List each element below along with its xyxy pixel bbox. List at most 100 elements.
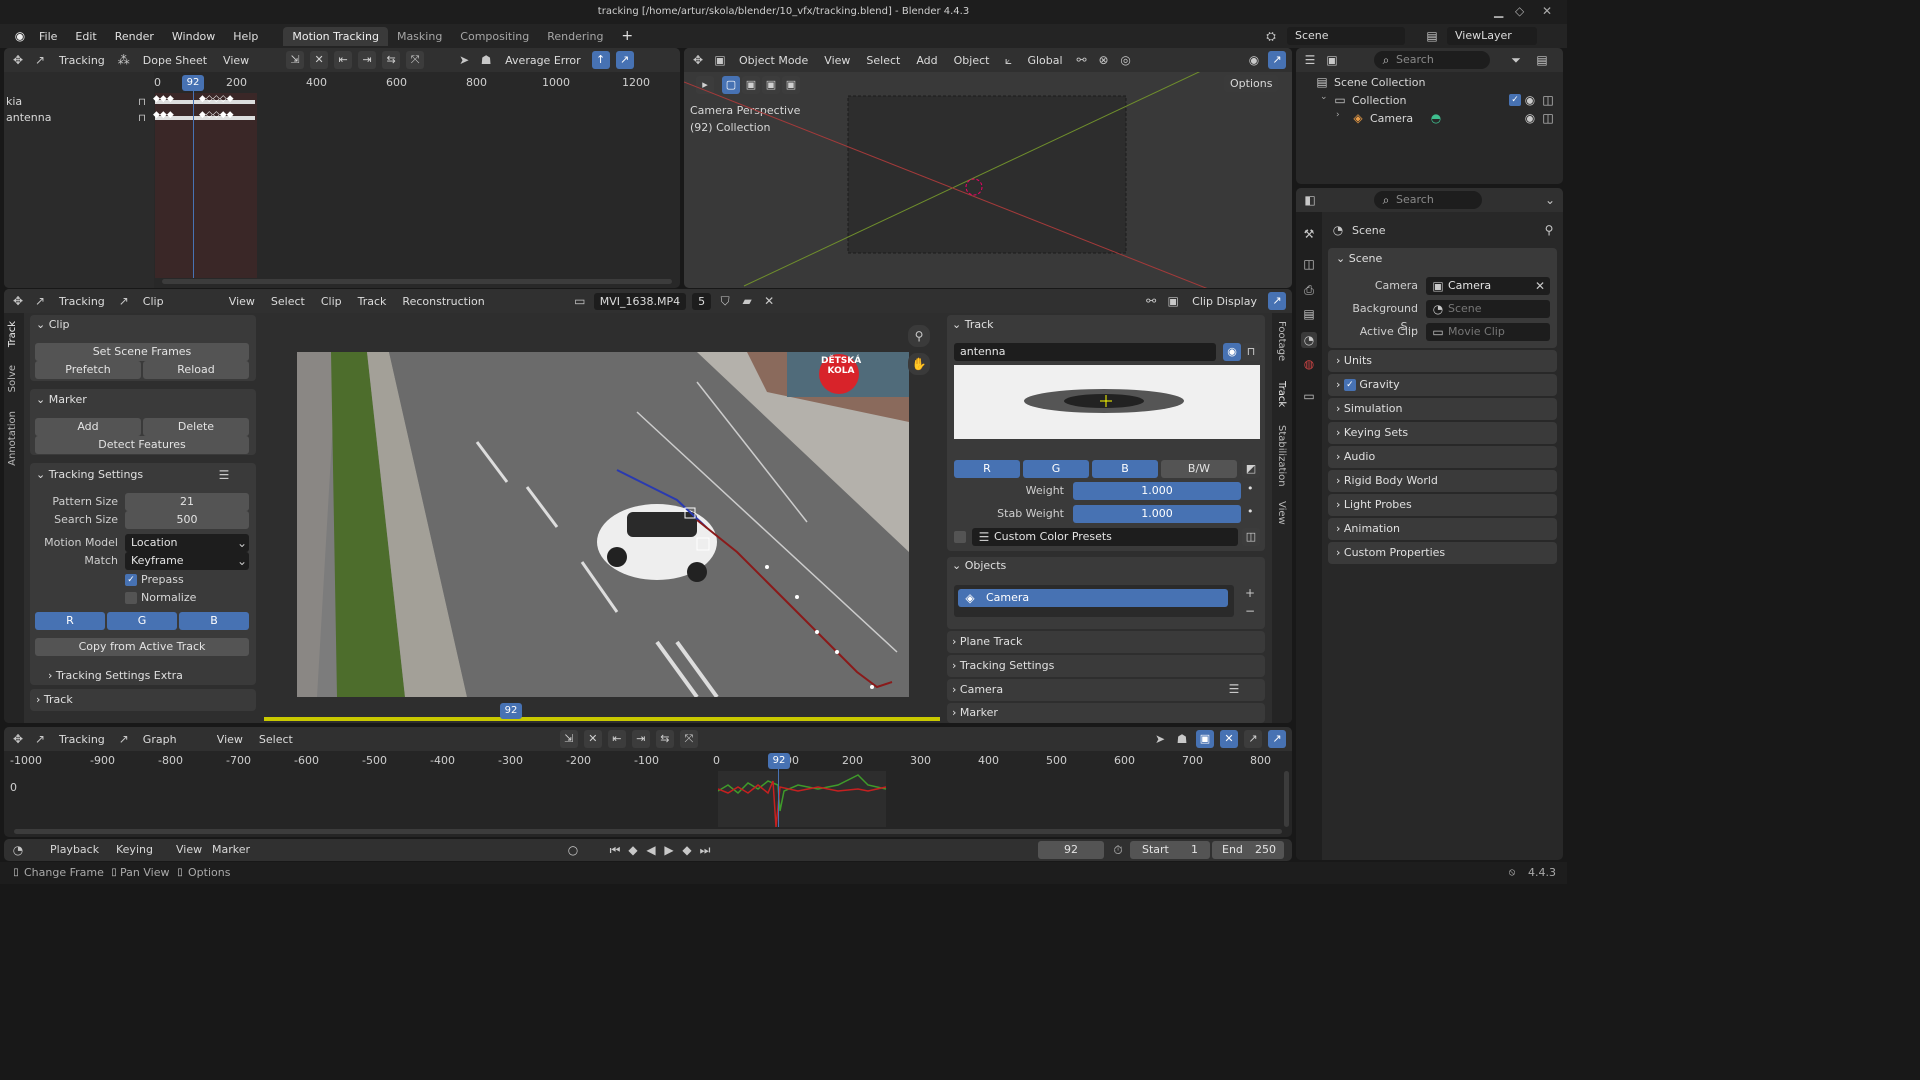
viewport-menu-select[interactable]: Select [861, 54, 905, 67]
clip-menu-reconstruction[interactable]: Reconstruction [397, 295, 489, 308]
object-camera-item[interactable]: Camera [958, 589, 1228, 607]
zoom-icon[interactable]: ⚲ [908, 325, 930, 347]
scene-icon[interactable]: ⛭ [1263, 28, 1279, 44]
track-tool-icon[interactable]: ⇲ [559, 730, 578, 748]
playback-menu[interactable]: Playback [50, 843, 99, 856]
clip-menu-track[interactable]: Track [353, 295, 392, 308]
prefetch-button[interactable]: Prefetch [35, 361, 141, 379]
motion-model-dropdown[interactable]: Location [125, 534, 249, 552]
menu-window[interactable]: Window [163, 30, 224, 43]
sidebar-camera-section[interactable]: › Camera [952, 679, 1003, 701]
clip-display-dropdown[interactable]: Clip Display [1187, 295, 1262, 308]
view-layer-tab-icon[interactable]: ▤ [1301, 306, 1317, 322]
editor-type-icon[interactable]: ◔ [10, 842, 26, 858]
camera-render-icon[interactable]: ◫ [1540, 92, 1556, 108]
collection-checkbox[interactable]: ✓ [1509, 94, 1521, 106]
viewport-menu-add[interactable]: Add [911, 54, 942, 67]
minimize-icon[interactable]: ▁ [1494, 4, 1503, 18]
end-frame-field[interactable]: End 250 [1212, 841, 1284, 859]
gravity-section[interactable]: › ✓ Gravity [1336, 374, 1400, 396]
outliner-scene-collection[interactable]: Scene Collection [1334, 76, 1425, 89]
clear-track-icon[interactable]: ✕ [583, 730, 602, 748]
select-arrow-icon[interactable]: ➤ [1152, 731, 1168, 747]
outliner-collection[interactable]: Collection [1352, 94, 1406, 107]
graph-vertical-scrollbar[interactable] [1284, 771, 1289, 827]
gravity-checkbox[interactable]: ✓ [1343, 379, 1356, 391]
proportional-icon[interactable]: ◎ [1118, 52, 1134, 68]
rigid-body-section[interactable]: › Rigid Body World [1336, 470, 1438, 492]
filter-icon[interactable]: ↗ [615, 51, 634, 69]
custom-properties-section[interactable]: › Custom Properties [1336, 542, 1445, 564]
clip-mode-dropdown[interactable]: Tracking [54, 295, 110, 308]
chevron-down-icon[interactable]: ⌄ [1542, 192, 1558, 208]
detect-features-button[interactable]: Detect Features [35, 436, 249, 454]
dopesheet-scrollbar[interactable] [162, 279, 672, 284]
menu-help[interactable]: Help [224, 30, 267, 43]
blender-logo-icon[interactable]: ◉ [10, 28, 30, 44]
sidebar-marker-section[interactable]: › Marker [952, 702, 998, 723]
fake-user-icon[interactable]: ⛉ [717, 293, 733, 309]
visibility-icon[interactable]: ◉ [1246, 52, 1262, 68]
units-section[interactable]: › Units [1336, 350, 1372, 372]
graph-playhead[interactable] [778, 767, 779, 827]
output-tab-icon[interactable]: ⎙ [1301, 282, 1317, 298]
ghost-icon[interactable]: ☗ [478, 52, 494, 68]
tab-compositing[interactable]: Compositing [451, 27, 538, 46]
join-icon[interactable]: ⤧ [406, 51, 425, 69]
prepass-checkbox[interactable]: ✓ [125, 574, 137, 586]
clip-menu-clip[interactable]: Clip [316, 295, 347, 308]
clip-name-field[interactable]: MVI_1638.MP4 [593, 292, 687, 310]
presets-list-icon[interactable]: ☰ [1226, 681, 1242, 697]
track-name-field[interactable]: antenna [954, 343, 1216, 361]
snap-icon[interactable]: ⊗ [1096, 52, 1112, 68]
keying-menu[interactable]: Keying [116, 843, 153, 856]
play-icon[interactable]: ▶ [661, 842, 677, 858]
tab-solve[interactable]: Solve [7, 365, 18, 392]
set-scene-frames-button[interactable]: Set Scene Frames [35, 343, 249, 361]
join-icon[interactable]: ⤧ [679, 730, 698, 748]
tab-motion-tracking[interactable]: Motion Tracking [283, 26, 388, 46]
add-marker-button[interactable]: Add [35, 418, 141, 436]
prev-keyframe-icon[interactable]: ◆ [625, 842, 641, 858]
sidebar-tracking-settings-section[interactable]: › Tracking Settings [952, 655, 1054, 677]
keying-sets-section[interactable]: › Keying Sets [1336, 422, 1408, 444]
select-arrow-icon[interactable]: ➤ [456, 52, 472, 68]
pin-icon[interactable]: ⚲ [1541, 222, 1557, 238]
clip-panel-title[interactable]: ⌄ Clip [36, 314, 70, 336]
tracking-settings-title[interactable]: ⌄ Tracking Settings [36, 464, 143, 486]
start-frame-field[interactable]: Start 1 [1130, 841, 1210, 859]
viewport-menu-view[interactable]: View [819, 54, 855, 67]
timeline-view-menu[interactable]: View [176, 843, 202, 856]
tab-rendering[interactable]: Rendering [538, 27, 612, 46]
refine-icon[interactable]: ⇆ [655, 730, 674, 748]
stab-weight-keyframe-icon[interactable]: • [1247, 505, 1254, 518]
outliner-camera[interactable]: Camera [1370, 112, 1413, 125]
presets-list-icon[interactable]: ☰ [216, 467, 232, 483]
add-workspace-icon[interactable]: + [612, 28, 642, 44]
channel-antenna[interactable]: antenna [6, 111, 51, 124]
jump-start-icon[interactable]: ⏮ [607, 842, 623, 858]
unlink-icon[interactable]: ✕ [761, 293, 777, 309]
pivot-icon[interactable]: ⚯ [1143, 293, 1159, 309]
close-icon[interactable]: ✕ [1542, 4, 1552, 18]
scene-panel-title[interactable]: ⌄ Scene [1336, 248, 1382, 270]
tab-footage[interactable]: Footage [1276, 321, 1287, 361]
pattern-size-field[interactable]: 21 [125, 493, 249, 511]
expand-arrow-icon[interactable]: › [1336, 110, 1340, 120]
copy-from-active-track-button[interactable]: Copy from Active Track [35, 638, 249, 656]
track-channel-g[interactable]: G [1023, 460, 1089, 478]
track-backward-icon[interactable]: ⇤ [607, 730, 626, 748]
graph-view-dropdown[interactable]: Graph [138, 733, 206, 746]
dopesheet-playhead[interactable] [193, 88, 194, 278]
light-probes-section[interactable]: › Light Probes [1336, 494, 1412, 516]
view-layer-icon[interactable]: ▤ [1424, 28, 1440, 44]
next-keyframe-icon[interactable]: ◆ [679, 842, 695, 858]
lock-icon[interactable]: ⊓ [1242, 343, 1260, 361]
track-panel-title[interactable]: ⌄ Track [952, 314, 994, 336]
track-backward-icon[interactable]: ⇤ [334, 51, 353, 69]
new-collection-icon[interactable]: ▤ [1534, 52, 1550, 68]
objects-panel-title[interactable]: ⌄ Objects [952, 555, 1006, 577]
channel-kia[interactable]: kia [6, 95, 22, 108]
track-forward-icon[interactable]: ⇥ [631, 730, 650, 748]
movie-clip-icon[interactable]: ▭ [572, 293, 588, 309]
